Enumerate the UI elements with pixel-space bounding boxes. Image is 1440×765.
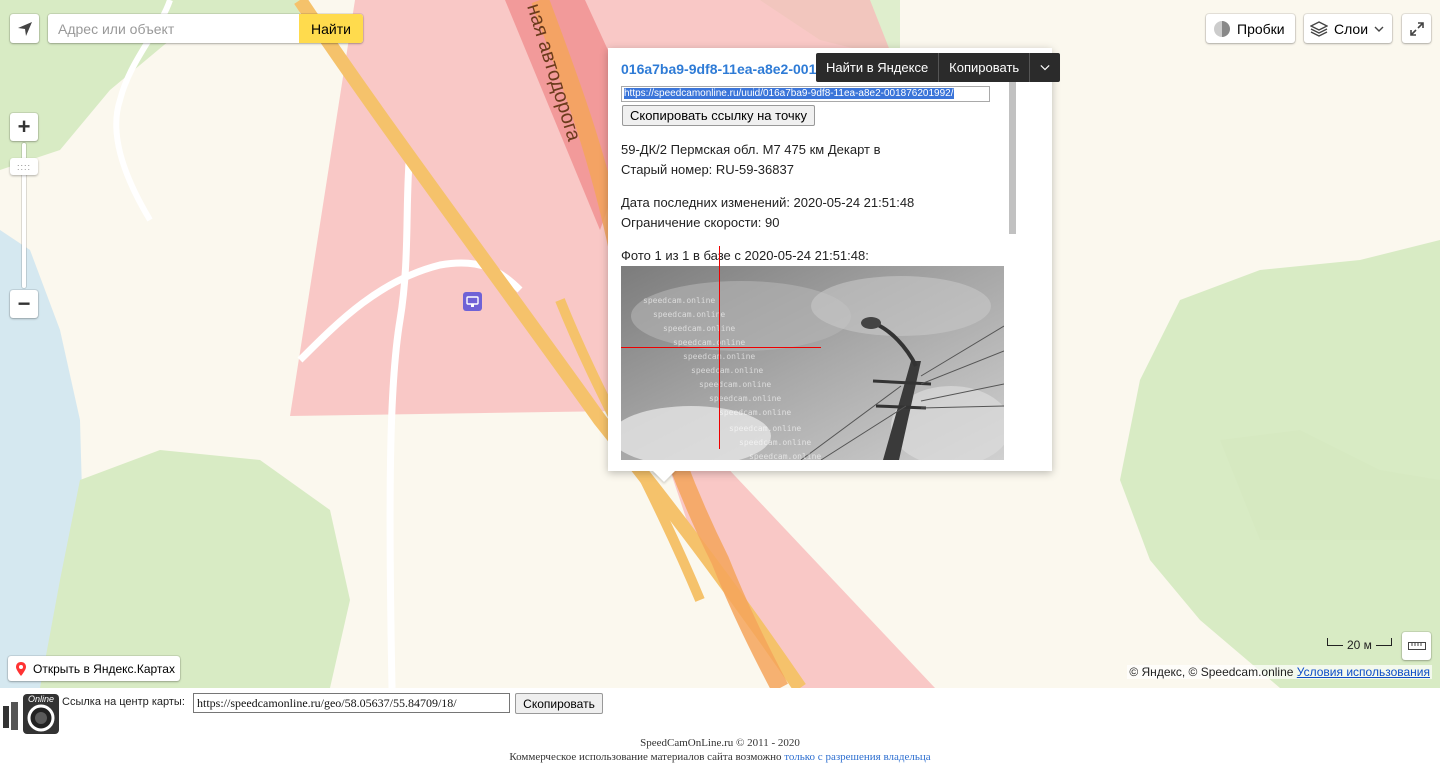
fullscreen-button[interactable]	[1402, 14, 1431, 43]
selected-url-text: https://speedcamonline.ru/uuid/016a7ba9-…	[624, 88, 954, 99]
search-box: Найти	[48, 14, 363, 43]
traffic-icon	[1214, 20, 1230, 37]
ruler-icon	[1407, 642, 1426, 650]
map-link-label: Ссылка на центр карты:	[62, 696, 185, 708]
map-canvas[interactable]: ная автодорога Найти Пробки Слои + :::: …	[0, 0, 1440, 688]
map-link-field[interactable]	[193, 693, 510, 713]
photo-watermark: speedcam.online	[653, 310, 726, 319]
photo-watermark: speedcam.online	[691, 366, 764, 375]
photo-watermark: speedcam.online	[729, 424, 802, 433]
balloon-title-link[interactable]: 016a7ba9-9df8-11ea-a8e2-001	[621, 61, 816, 77]
svg-text:Online: Online	[28, 694, 54, 704]
scale-label: 20 м	[1347, 638, 1372, 652]
minus-icon: −	[17, 291, 31, 316]
camera-photo: speedcam.online speedcam.online speedcam…	[621, 266, 1004, 460]
footer-copyright: SpeedCamOnLine.ru © 2011 - 2020	[640, 737, 800, 749]
copyright-text: © Яндекс, © Speedcam.online	[1129, 665, 1294, 679]
open-in-yandex-maps-button[interactable]: Открыть в Яндекс.Картах	[8, 656, 180, 681]
photo-watermark: speedcam.online	[699, 380, 772, 389]
traffic-label: Пробки	[1237, 20, 1285, 37]
balloon-scrollbar[interactable]	[1009, 82, 1016, 234]
last-changed-line: Дата последних изменений: 2020-05-24 21:…	[621, 195, 915, 210]
terms-link[interactable]: Условия использования	[1297, 665, 1430, 679]
old-number-line: Старый номер: RU-59-36837	[621, 162, 794, 177]
photo-watermark: speedcam.online	[663, 324, 736, 333]
page-footer: SpeedCamOnLine.ru © 2011 - 2020 Коммерче…	[0, 736, 1440, 764]
geolocation-button[interactable]	[10, 14, 39, 43]
ruler-button[interactable]	[1402, 632, 1431, 660]
location-arrow-icon	[17, 21, 32, 36]
search-button[interactable]: Найти	[299, 14, 363, 43]
photo-watermark: speedcam.online	[719, 408, 792, 417]
crosshair-horizontal	[621, 347, 821, 348]
search-input[interactable]	[48, 14, 299, 43]
footer-usage-text: Коммерческое использование материалов са…	[509, 751, 782, 763]
zoom-slider-thumb[interactable]: ::::	[10, 158, 38, 175]
layers-button[interactable]: Слои	[1304, 14, 1392, 43]
speedcam-online-logo: Online	[3, 692, 59, 734]
chevron-down-icon	[1040, 65, 1050, 71]
more-options-button[interactable]	[1030, 53, 1060, 82]
find-in-yandex-button[interactable]: Найти в Яндексе	[816, 53, 940, 82]
uuid-url-field[interactable]: https://speedcamonline.ru/uuid/016a7ba9-…	[621, 86, 990, 102]
photo-caption: Фото 1 из 1 в базе с 2020-05-24 21:51:48…	[621, 248, 869, 263]
layers-label: Слои	[1334, 20, 1369, 37]
photo-watermark: speedcam.online	[739, 438, 812, 447]
zoom-out-button[interactable]: −	[10, 290, 38, 318]
copy-point-link-button[interactable]: Скопировать ссылку на точку	[622, 105, 815, 126]
plus-icon: +	[17, 114, 31, 139]
traffic-button[interactable]: Пробки	[1206, 14, 1295, 43]
copy-map-link-button[interactable]: Скопировать	[515, 693, 603, 714]
expand-icon	[1409, 21, 1424, 36]
photo-watermark: speedcam.online	[673, 338, 746, 347]
map-scale: 20 м	[1327, 638, 1392, 652]
map-pin-icon	[16, 661, 26, 676]
layers-icon	[1310, 20, 1328, 37]
photo-watermark: speedcam.online	[749, 452, 822, 460]
open-yandex-label: Открыть в Яндекс.Картах	[33, 661, 175, 676]
map-copyright: © Яндекс, © Speedcam.online Условия испо…	[1127, 665, 1432, 679]
footer-permission-link[interactable]: только с разрешения владельца	[784, 751, 930, 763]
balloon-tail	[652, 470, 676, 482]
speed-limit-line: Ограничение скорости: 90	[621, 215, 780, 230]
selection-context-toolbar: Найти в Яндексе Копировать	[816, 53, 1061, 82]
location-line: 59-ДК/2 Пермская обл. М7 475 км Декарт в	[621, 142, 881, 157]
chevron-down-icon	[1374, 26, 1384, 32]
photo-watermark: speedcam.online	[643, 296, 716, 305]
zoom-in-button[interactable]: +	[10, 113, 38, 141]
camera-poi-icon[interactable]	[463, 292, 482, 311]
copy-button[interactable]: Копировать	[939, 53, 1031, 82]
